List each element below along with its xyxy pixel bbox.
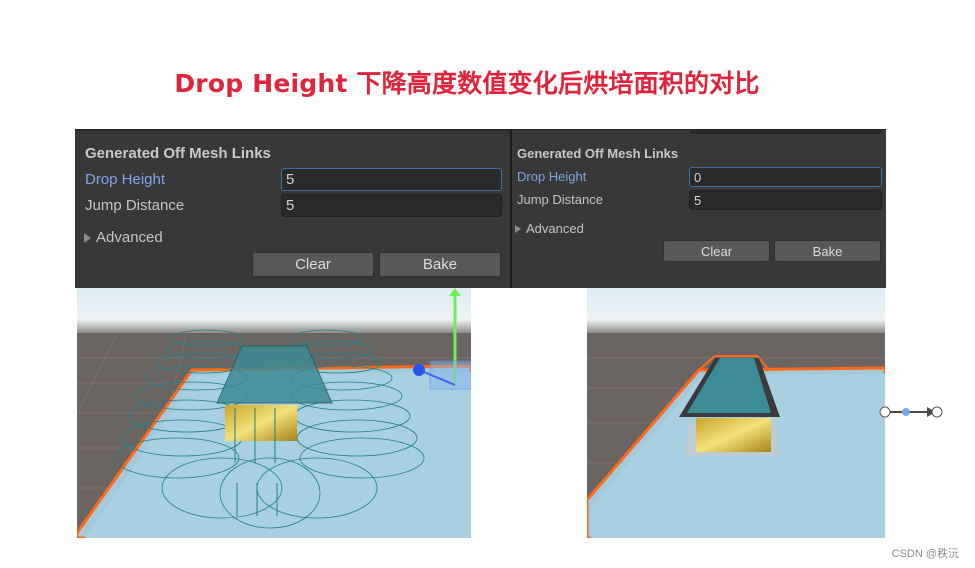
inspector-panel-left: Generated Off Mesh Links Drop Height 5 J… (75, 129, 511, 288)
scene-render (77, 288, 471, 538)
clear-button[interactable]: Clear (252, 252, 374, 277)
clear-button[interactable]: Clear (663, 240, 770, 262)
advanced-foldout[interactable]: Advanced (84, 229, 163, 246)
scene-view-right[interactable] (587, 288, 885, 538)
section-title: Generated Off Mesh Links (517, 146, 679, 161)
panel-top-field-stub (690, 130, 882, 134)
watermark: CSDN @秩沅 (891, 548, 959, 560)
advanced-label: Advanced (526, 221, 584, 236)
advanced-label: Advanced (96, 229, 163, 246)
gold-block (696, 418, 771, 452)
foldout-arrow-icon (84, 232, 91, 243)
panel-top-edge (75, 130, 511, 134)
drop-height-input[interactable]: 5 (281, 168, 502, 191)
drop-height-label: Drop Height (85, 171, 166, 188)
offmesh-link-handle[interactable] (878, 404, 946, 420)
gold-block (225, 405, 297, 441)
bake-button[interactable]: Bake (379, 252, 501, 277)
jump-distance-label: Jump Distance (85, 197, 185, 214)
page-title: Drop Height 下降高度数值变化后烘培面积的对比 (174, 69, 760, 98)
section-title: Generated Off Mesh Links (85, 145, 271, 162)
advanced-foldout[interactable]: Advanced (515, 221, 584, 236)
sky (587, 288, 885, 333)
foldout-arrow-icon (515, 224, 521, 233)
sky (77, 288, 471, 333)
bake-button[interactable]: Bake (774, 240, 881, 262)
jump-distance-label: Jump Distance (517, 192, 603, 207)
jump-distance-input[interactable]: 5 (281, 194, 502, 217)
inspector-panel-right: Generated Off Mesh Links Drop Height 0 J… (512, 129, 886, 288)
drop-height-label: Drop Height (517, 169, 587, 184)
scene-render (587, 288, 885, 538)
scene-view-left[interactable] (77, 288, 471, 538)
jump-distance-input[interactable]: 5 (689, 190, 882, 210)
drop-height-input[interactable]: 0 (689, 167, 882, 187)
